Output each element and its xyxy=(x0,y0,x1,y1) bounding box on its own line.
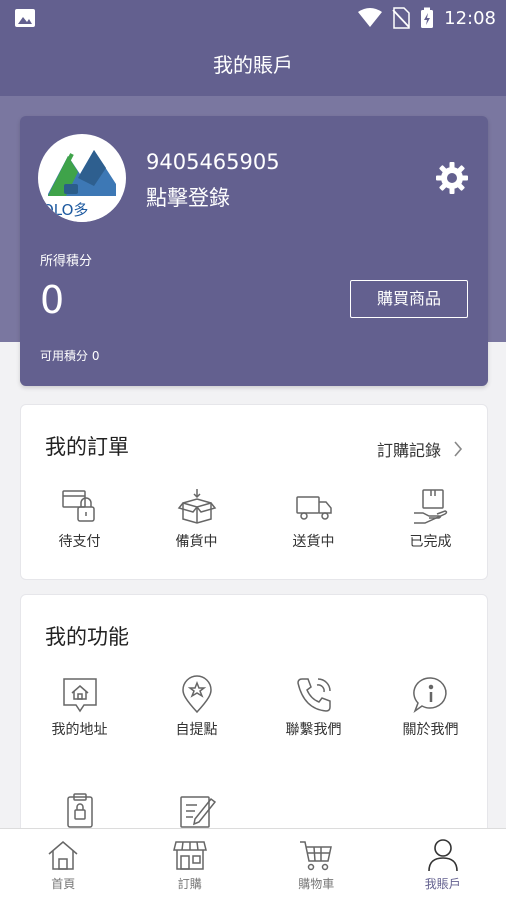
order-history-label: 訂購記錄 xyxy=(376,441,441,460)
completed-package-icon xyxy=(413,489,447,524)
feature-label: 關於我們 xyxy=(402,722,459,738)
no-sim-icon xyxy=(392,7,410,29)
bottom-navigation: 首頁 訂購 購物車 我賬戶 xyxy=(0,828,506,900)
login-link[interactable]: 點擊登錄 xyxy=(146,182,230,212)
features-card: 我的功能 我的地址 自提點 聯繫我們 關於我們 xyxy=(20,594,488,854)
edit-note-icon xyxy=(179,796,216,828)
nav-cart[interactable]: 購物車 xyxy=(253,829,380,900)
feature-label: 聯繫我們 xyxy=(285,722,342,738)
order-status-label: 送貨中 xyxy=(292,534,335,550)
status-time: 12:08 xyxy=(444,7,496,29)
order-status-label: 備貨中 xyxy=(175,534,218,550)
brand-logo: OLO多 xyxy=(38,150,126,222)
status-bar: 12:08 xyxy=(0,0,506,36)
feature-contact-us[interactable]: 聯繫我們 xyxy=(255,675,372,739)
buy-products-button[interactable]: 購買商品 xyxy=(350,280,468,318)
feature-pickup-point[interactable]: 自提點 xyxy=(138,675,255,739)
home-icon xyxy=(48,841,78,870)
points-value: 0 xyxy=(40,278,65,322)
order-status-label: 待支付 xyxy=(58,534,101,550)
nav-home[interactable]: 首頁 xyxy=(0,829,127,900)
shop-icon xyxy=(172,841,207,870)
feature-about-us[interactable]: 關於我們 xyxy=(372,675,489,739)
available-points: 可用積分 0 xyxy=(40,349,100,363)
orders-title: 我的訂單 xyxy=(45,435,129,459)
page-title: 我的賬戶 xyxy=(0,36,506,96)
feature-label: 自提點 xyxy=(175,722,218,738)
order-history-link[interactable]: 訂購記錄 xyxy=(377,437,463,461)
user-id: 9405465905 xyxy=(146,150,280,174)
points-label: 所得積分 xyxy=(40,254,93,269)
address-home-icon xyxy=(62,678,97,713)
info-icon xyxy=(412,677,447,714)
pickup-location-icon xyxy=(181,675,212,714)
feature-clipboard[interactable] xyxy=(21,791,138,831)
profile-card: OLO多 9405465905 點擊登錄 所得積分 0 購買商品 可用積分 0 xyxy=(20,116,488,386)
chevron-right-icon xyxy=(454,441,463,457)
features-title: 我的功能 xyxy=(45,625,129,649)
orders-card: 我的訂單 訂購記錄 待支付 備貨中 送貨中 已完成 xyxy=(20,404,488,580)
gear-icon[interactable] xyxy=(434,160,470,196)
cart-icon xyxy=(300,841,333,871)
clipboard-icon xyxy=(66,793,93,828)
order-status-pending-payment[interactable]: 待支付 xyxy=(21,487,138,551)
feature-my-address[interactable]: 我的地址 xyxy=(21,675,138,739)
preparing-box-icon xyxy=(177,489,216,524)
wifi-icon xyxy=(358,8,383,27)
delivery-truck-icon xyxy=(295,496,332,520)
image-notification-icon xyxy=(15,9,35,27)
order-status-delivering[interactable]: 送貨中 xyxy=(255,487,372,551)
order-status-label: 已完成 xyxy=(409,534,452,550)
order-status-completed[interactable]: 已完成 xyxy=(372,487,489,551)
nav-my-account[interactable]: 我賬戶 xyxy=(380,829,506,900)
nav-order[interactable]: 訂購 xyxy=(127,829,254,900)
feature-label: 我的地址 xyxy=(51,722,108,738)
nav-label: 我賬戶 xyxy=(424,877,461,891)
pending-payment-icon xyxy=(61,490,95,522)
phone-icon xyxy=(296,678,331,712)
brand-logo-text: OLO多 xyxy=(42,201,88,219)
avatar[interactable]: OLO多 xyxy=(38,134,126,222)
nav-label: 訂購 xyxy=(177,877,202,891)
order-status-preparing[interactable]: 備貨中 xyxy=(138,487,255,551)
nav-label: 首頁 xyxy=(51,877,76,891)
feature-edit-note[interactable] xyxy=(138,791,255,831)
battery-charging-icon xyxy=(421,7,434,28)
nav-label: 購物車 xyxy=(298,877,335,891)
user-icon xyxy=(427,839,458,872)
